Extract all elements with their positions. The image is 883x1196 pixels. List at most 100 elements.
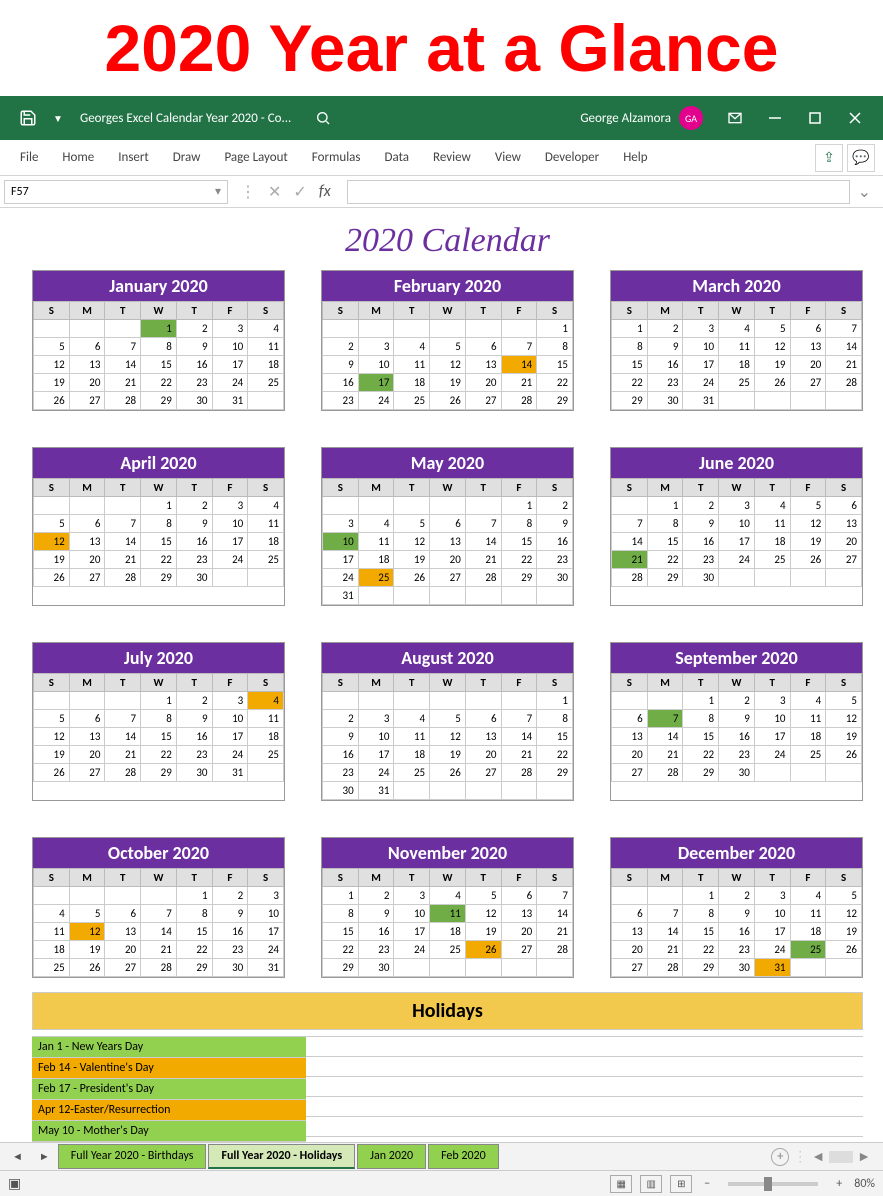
day-cell[interactable]: 12 (826, 710, 862, 728)
day-cell[interactable]: 26 (754, 374, 790, 392)
day-cell[interactable]: 24 (212, 551, 248, 569)
day-cell[interactable]: 7 (105, 710, 141, 728)
day-cell[interactable]: 2 (323, 710, 359, 728)
day-cell[interactable]: 29 (176, 959, 212, 977)
day-cell[interactable]: 22 (141, 374, 177, 392)
day-cell[interactable]: 28 (647, 959, 683, 977)
day-cell[interactable]: 17 (358, 746, 394, 764)
day-cell[interactable]: 1 (537, 320, 573, 338)
day-cell[interactable]: 7 (647, 905, 683, 923)
day-cell[interactable]: 3 (754, 692, 790, 710)
day-cell[interactable]: 24 (212, 374, 248, 392)
day-cell[interactable]: 15 (537, 728, 573, 746)
comments-icon[interactable]: 💬 (847, 144, 875, 172)
day-cell[interactable] (501, 587, 537, 605)
day-cell[interactable]: 22 (141, 746, 177, 764)
day-cell[interactable]: 24 (683, 374, 719, 392)
day-cell[interactable]: 10 (683, 338, 719, 356)
day-cell[interactable]: 23 (537, 551, 573, 569)
day-cell[interactable] (394, 782, 430, 800)
day-cell[interactable]: 15 (141, 356, 177, 374)
day-cell[interactable]: 24 (719, 551, 755, 569)
day-cell[interactable]: 18 (719, 356, 755, 374)
day-cell[interactable]: 19 (754, 356, 790, 374)
day-cell[interactable]: 11 (358, 533, 394, 551)
day-cell[interactable]: 2 (323, 338, 359, 356)
day-cell[interactable]: 28 (826, 374, 862, 392)
day-cell[interactable]: 5 (754, 320, 790, 338)
customize-qat-icon[interactable]: ▼ (48, 96, 68, 140)
day-cell[interactable]: 26 (826, 941, 862, 959)
day-cell[interactable]: 8 (647, 515, 683, 533)
day-cell[interactable] (34, 692, 70, 710)
day-cell[interactable]: 10 (358, 728, 394, 746)
day-cell[interactable]: 18 (358, 551, 394, 569)
day-cell[interactable]: 21 (647, 746, 683, 764)
day-cell[interactable]: 18 (790, 728, 826, 746)
day-cell[interactable]: 31 (754, 959, 790, 977)
day-cell[interactable] (34, 497, 70, 515)
day-cell[interactable]: 7 (501, 338, 537, 356)
holiday-row[interactable]: Apr 12-Easter/Resurrection (32, 1100, 306, 1121)
ribbon-tab-data[interactable]: Data (373, 142, 422, 173)
day-cell[interactable] (826, 764, 862, 782)
day-cell[interactable]: 11 (248, 515, 284, 533)
day-cell[interactable]: 18 (34, 941, 70, 959)
scroll-right-icon[interactable]: ► (857, 1148, 871, 1165)
day-cell[interactable]: 30 (176, 569, 212, 587)
day-cell[interactable]: 23 (647, 374, 683, 392)
day-cell[interactable] (790, 392, 826, 410)
day-cell[interactable]: 13 (105, 923, 141, 941)
day-cell[interactable]: 18 (754, 533, 790, 551)
day-cell[interactable]: 9 (323, 356, 359, 374)
formula-input[interactable] (347, 180, 850, 204)
day-cell[interactable] (358, 320, 394, 338)
day-cell[interactable]: 7 (537, 887, 573, 905)
day-cell[interactable]: 17 (394, 923, 430, 941)
day-cell[interactable] (34, 320, 70, 338)
day-cell[interactable]: 12 (430, 728, 466, 746)
day-cell[interactable]: 10 (212, 338, 248, 356)
day-cell[interactable]: 1 (501, 497, 537, 515)
sheet-tab[interactable]: Full Year 2020 - Holidays (208, 1144, 355, 1169)
day-cell[interactable]: 21 (465, 551, 501, 569)
day-cell[interactable]: 15 (683, 923, 719, 941)
day-cell[interactable]: 5 (465, 887, 501, 905)
name-box[interactable]: F57 ▾ (4, 180, 228, 204)
avatar[interactable]: GA (679, 106, 703, 130)
day-cell[interactable]: 26 (790, 551, 826, 569)
day-cell[interactable]: 22 (141, 551, 177, 569)
day-cell[interactable]: 11 (34, 923, 70, 941)
day-cell[interactable]: 30 (683, 569, 719, 587)
day-cell[interactable]: 24 (323, 569, 359, 587)
day-cell[interactable]: 12 (465, 905, 501, 923)
day-cell[interactable]: 24 (212, 746, 248, 764)
day-cell[interactable]: 14 (465, 533, 501, 551)
day-cell[interactable]: 9 (537, 515, 573, 533)
day-cell[interactable]: 31 (212, 392, 248, 410)
day-cell[interactable]: 27 (69, 764, 105, 782)
day-cell[interactable]: 9 (176, 710, 212, 728)
day-cell[interactable]: 3 (212, 497, 248, 515)
ribbon-tab-review[interactable]: Review (421, 142, 483, 173)
day-cell[interactable]: 2 (719, 887, 755, 905)
day-cell[interactable]: 4 (248, 692, 284, 710)
day-cell[interactable]: 26 (430, 764, 466, 782)
day-cell[interactable] (537, 587, 573, 605)
day-cell[interactable] (394, 320, 430, 338)
day-cell[interactable]: 9 (323, 728, 359, 746)
day-cell[interactable] (465, 782, 501, 800)
day-cell[interactable] (394, 497, 430, 515)
day-cell[interactable]: 24 (754, 941, 790, 959)
day-cell[interactable] (141, 887, 177, 905)
day-cell[interactable]: 26 (34, 392, 70, 410)
day-cell[interactable]: 16 (176, 728, 212, 746)
day-cell[interactable]: 18 (248, 356, 284, 374)
day-cell[interactable]: 5 (430, 338, 466, 356)
day-cell[interactable]: 11 (394, 356, 430, 374)
new-sheet-icon[interactable]: + (771, 1148, 789, 1166)
day-cell[interactable]: 6 (612, 905, 648, 923)
enter-icon[interactable]: ✓ (293, 182, 306, 202)
day-cell[interactable]: 15 (323, 923, 359, 941)
day-cell[interactable]: 13 (612, 923, 648, 941)
